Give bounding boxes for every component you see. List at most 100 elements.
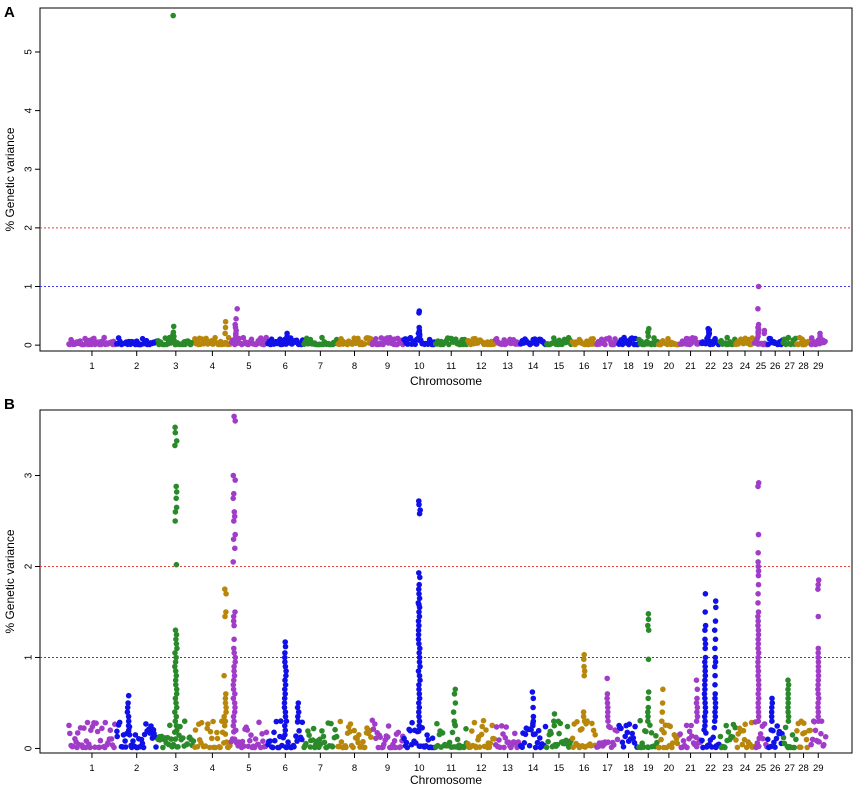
snp-point bbox=[669, 740, 676, 746]
snp-point bbox=[774, 723, 780, 729]
snp-point bbox=[815, 613, 822, 620]
snp-point bbox=[556, 730, 562, 737]
x-tick-label: 20 bbox=[664, 763, 675, 774]
snp-point bbox=[645, 689, 652, 695]
x-tick-label: 17 bbox=[602, 361, 613, 372]
panel-b-y-axis: 0 1 2 3 bbox=[24, 472, 40, 751]
snp-point bbox=[512, 730, 518, 737]
snp-point bbox=[711, 724, 718, 731]
snp-point bbox=[449, 729, 456, 736]
x-tick-label: 7 bbox=[318, 763, 323, 774]
snp-point bbox=[659, 709, 666, 715]
snp-point bbox=[403, 739, 410, 746]
x-tick-label: 13 bbox=[502, 361, 513, 372]
snp-point bbox=[632, 723, 638, 730]
snp-point bbox=[658, 736, 664, 743]
snp-point bbox=[172, 509, 179, 515]
snp-point bbox=[530, 695, 537, 702]
snp-point bbox=[637, 717, 643, 724]
snp-point bbox=[733, 737, 739, 743]
snp-point bbox=[620, 744, 627, 750]
x-tick-label: 29 bbox=[813, 763, 824, 774]
snp-point bbox=[368, 734, 374, 740]
snp-point bbox=[252, 736, 259, 742]
x-tick-label: 9 bbox=[385, 361, 390, 372]
snp-point bbox=[772, 744, 778, 750]
x-tick-label: 7 bbox=[318, 361, 323, 372]
snp-point bbox=[434, 720, 440, 727]
snp-point bbox=[723, 722, 729, 729]
snp-point bbox=[545, 738, 551, 745]
snp-point bbox=[233, 333, 239, 340]
x-tick-label: 21 bbox=[685, 763, 696, 774]
snp-point bbox=[702, 591, 709, 597]
snp-point bbox=[439, 730, 446, 736]
snp-point bbox=[535, 727, 542, 734]
snp-point bbox=[702, 627, 708, 633]
panel-b-y-axis-title: % Genetic variance bbox=[3, 529, 17, 633]
snp-point bbox=[263, 729, 270, 736]
snp-point bbox=[284, 333, 291, 340]
panel-a-points bbox=[66, 12, 828, 348]
snp-point bbox=[645, 611, 652, 617]
y-tick-label: 1 bbox=[24, 283, 35, 289]
snp-point bbox=[785, 334, 792, 341]
snp-point bbox=[645, 616, 652, 623]
snp-point bbox=[711, 627, 718, 633]
snp-point bbox=[172, 442, 178, 449]
snp-point bbox=[333, 733, 340, 740]
snp-point bbox=[699, 737, 705, 744]
snp-point bbox=[755, 581, 762, 588]
panel-a-x-axis: 1 2 3 4 5 6 7 8 9 10 11 12 13 14 15 16 17 18 19 20 21 22 23 24 2… bbox=[89, 351, 824, 372]
snp-point bbox=[130, 738, 136, 744]
x-tick-label: 27 bbox=[784, 361, 795, 372]
snp-point bbox=[395, 729, 402, 736]
snp-point bbox=[740, 727, 747, 734]
snp-point bbox=[807, 727, 813, 734]
snp-point bbox=[816, 739, 822, 745]
snp-point bbox=[581, 672, 587, 679]
x-tick-label: 25 bbox=[756, 361, 767, 372]
snp-point bbox=[822, 734, 829, 740]
snp-point bbox=[278, 718, 284, 724]
snp-point bbox=[271, 729, 277, 736]
snp-point bbox=[755, 483, 761, 490]
snp-point bbox=[170, 12, 176, 19]
snp-point bbox=[231, 518, 237, 524]
snp-point bbox=[564, 723, 571, 730]
snp-point bbox=[530, 722, 536, 729]
snp-point bbox=[160, 744, 166, 751]
snp-point bbox=[755, 306, 761, 312]
snp-point bbox=[798, 744, 804, 751]
snp-point bbox=[173, 561, 180, 568]
x-tick-label: 27 bbox=[784, 763, 795, 774]
snp-point bbox=[230, 536, 237, 542]
panel-a-x-axis-title: Chromosome bbox=[410, 374, 482, 388]
snp-point bbox=[248, 732, 254, 738]
snp-point bbox=[310, 725, 317, 732]
snp-point bbox=[451, 691, 458, 697]
panel-b-frame bbox=[39, 409, 853, 754]
snp-point bbox=[818, 730, 824, 737]
snp-point bbox=[231, 622, 237, 629]
snp-point bbox=[232, 545, 238, 552]
snp-point bbox=[172, 429, 179, 436]
snp-point bbox=[172, 518, 178, 524]
snp-point bbox=[780, 734, 787, 741]
snp-point bbox=[320, 733, 327, 740]
snp-point bbox=[93, 720, 99, 726]
snp-point bbox=[244, 727, 251, 733]
snp-point bbox=[222, 613, 228, 620]
snp-point bbox=[822, 338, 828, 345]
snp-point bbox=[222, 330, 228, 337]
snp-point bbox=[343, 744, 349, 751]
snp-point bbox=[757, 731, 764, 737]
snp-point bbox=[803, 736, 810, 743]
snp-point bbox=[232, 727, 239, 734]
snp-point bbox=[705, 333, 712, 340]
snp-point bbox=[66, 722, 72, 729]
snp-point bbox=[173, 713, 180, 720]
snp-point bbox=[114, 728, 120, 735]
snp-point bbox=[230, 559, 236, 565]
x-tick-label: 2 bbox=[134, 361, 139, 372]
